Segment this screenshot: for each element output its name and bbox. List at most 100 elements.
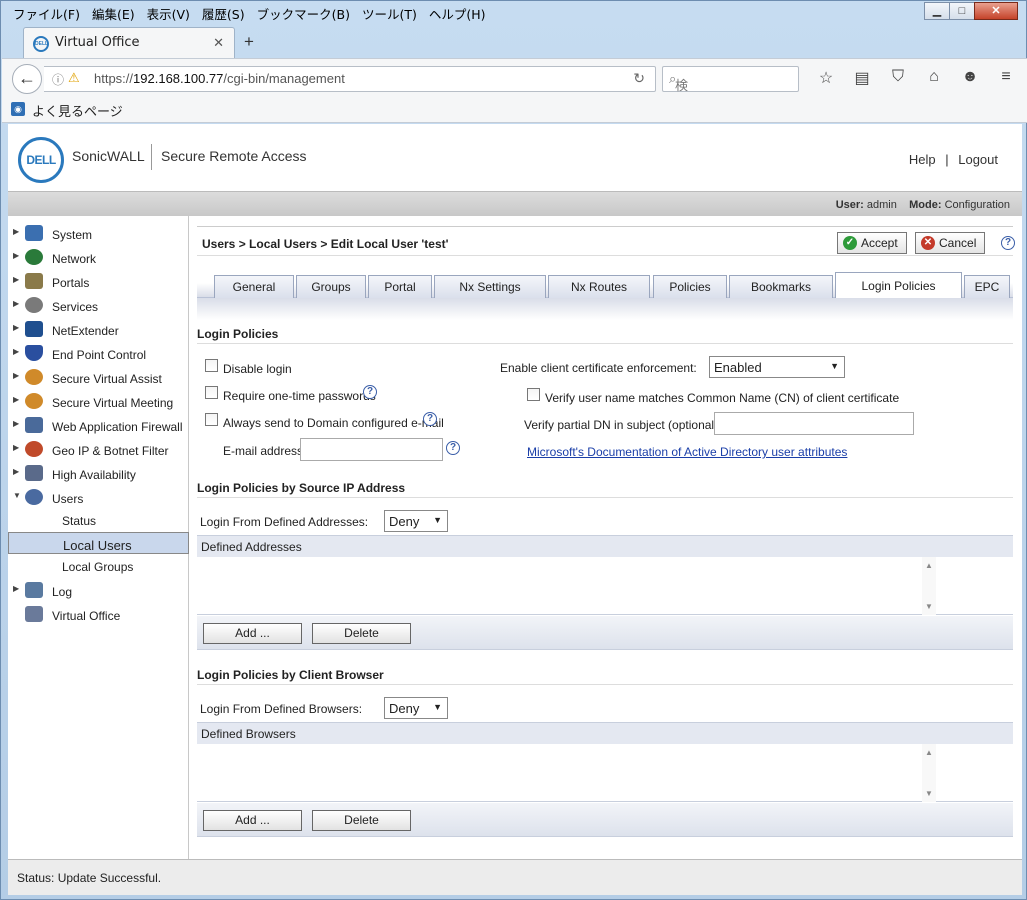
new-tab-icon[interactable]: + bbox=[244, 32, 254, 52]
sidebar-item-network[interactable]: ▶ Network bbox=[8, 247, 189, 269]
sidebar-item-netextender[interactable]: ▶ NetExtender bbox=[8, 319, 189, 341]
sidebar-subitem-local-groups[interactable]: Local Groups bbox=[8, 555, 189, 577]
bookmark-most-visited[interactable]: よく見るページ bbox=[32, 101, 123, 120]
menu-edit[interactable]: 編集(E) bbox=[86, 3, 141, 23]
pocket-icon[interactable]: ⛉ bbox=[880, 68, 916, 88]
help-question-icon[interactable]: ? bbox=[363, 385, 377, 399]
lock-warning-icon[interactable]: ⚠ bbox=[68, 70, 80, 86]
menu-bookmarks[interactable]: ブックマーク(B) bbox=[251, 3, 356, 23]
sidebar-item-system[interactable]: ▶ System bbox=[8, 223, 189, 245]
scroll-down-icon[interactable]: ▼ bbox=[925, 602, 933, 611]
expand-arrow-icon[interactable]: ▶ bbox=[13, 419, 19, 428]
help-link[interactable]: Help bbox=[909, 152, 936, 167]
sidebar-item-web-application-firewall[interactable]: ▶ Web Application Firewall bbox=[8, 415, 189, 437]
expand-arrow-icon[interactable]: ▶ bbox=[13, 371, 19, 380]
back-arrow-icon[interactable]: ← bbox=[12, 64, 42, 94]
add-browser-button[interactable]: Add ... bbox=[203, 810, 302, 831]
sidebar-item-secure-virtual-assist[interactable]: ▶ Secure Virtual Assist bbox=[8, 367, 189, 389]
scroll-down-icon[interactable]: ▼ bbox=[925, 789, 933, 798]
expand-arrow-icon[interactable]: ▶ bbox=[13, 275, 19, 284]
url-text[interactable]: https://192.168.100.77/cgi-bin/managemen… bbox=[94, 71, 345, 86]
expand-arrow-icon[interactable]: ▶ bbox=[13, 227, 19, 236]
help-question-icon[interactable]: ? bbox=[1001, 236, 1015, 250]
expand-arrow-icon[interactable]: ▶ bbox=[13, 467, 19, 476]
menu-tools[interactable]: ツール(T) bbox=[356, 3, 423, 23]
menu-history[interactable]: 履歴(S) bbox=[196, 3, 251, 23]
accept-button[interactable]: ✓ Accept bbox=[837, 232, 907, 254]
header-link-separator: | bbox=[945, 152, 949, 167]
url-bar[interactable]: ⓘ ⚠ https://192.168.100.77/cgi-bin/manag… bbox=[44, 66, 656, 92]
menu-file[interactable]: ファイル(F) bbox=[7, 3, 86, 23]
defined-addresses-list[interactable]: ▲ ▼ bbox=[197, 557, 1013, 615]
tab-groups[interactable]: Groups bbox=[296, 275, 366, 299]
expand-arrow-icon[interactable]: ▶ bbox=[13, 395, 19, 404]
tab-nx-settings[interactable]: Nx Settings bbox=[434, 275, 546, 299]
tab-bookmarks[interactable]: Bookmarks bbox=[729, 275, 833, 299]
search-input[interactable]: ⌕ 検索 bbox=[662, 66, 799, 112]
verify-dn-input[interactable] bbox=[714, 412, 914, 435]
sidebar-item-secure-virtual-meeting[interactable]: ▶ Secure Virtual Meeting bbox=[8, 391, 189, 413]
verify-cn-checkbox[interactable] bbox=[527, 388, 540, 401]
hamburger-menu-icon[interactable]: ≡ bbox=[988, 68, 1024, 88]
expand-arrow-icon[interactable]: ▶ bbox=[13, 347, 19, 356]
login-from-browsers-select[interactable]: Deny ▼ bbox=[384, 697, 448, 719]
menu-view[interactable]: 表示(V) bbox=[141, 3, 196, 23]
defined-addresses-header: Defined Addresses bbox=[197, 535, 1013, 557]
tab-epc[interactable]: EPC bbox=[964, 275, 1010, 299]
login-from-addresses-select[interactable]: Deny ▼ bbox=[384, 510, 448, 532]
scrollbar[interactable]: ▲ ▼ bbox=[922, 557, 936, 615]
delete-browser-button[interactable]: Delete bbox=[312, 810, 411, 831]
sidebar-item-geo-ip-botnet-filter[interactable]: ▶ Geo IP & Botnet Filter bbox=[8, 439, 189, 461]
sidebar-item-services[interactable]: ▶ Services bbox=[8, 295, 189, 317]
tab-nx-routes[interactable]: Nx Routes bbox=[548, 275, 650, 299]
reading-list-icon[interactable]: ▤ bbox=[844, 68, 880, 88]
ms-ad-documentation-link[interactable]: Microsoft's Documentation of Active Dire… bbox=[527, 445, 847, 459]
cancel-button[interactable]: ✕ Cancel bbox=[915, 232, 985, 254]
sidebar-subitem-status[interactable]: Status bbox=[8, 509, 189, 531]
add-address-button[interactable]: Add ... bbox=[203, 623, 302, 644]
logout-link[interactable]: Logout bbox=[958, 152, 998, 167]
always-send-email-checkbox[interactable] bbox=[205, 413, 218, 426]
help-question-icon[interactable]: ? bbox=[423, 412, 437, 426]
expand-arrow-icon[interactable]: ▶ bbox=[13, 584, 19, 593]
sidebar-subitem-local-users[interactable]: Local Users bbox=[8, 532, 189, 554]
cert-enforcement-select[interactable]: Enabled ▼ bbox=[709, 356, 845, 378]
expand-arrow-icon[interactable]: ▶ bbox=[13, 323, 19, 332]
maximize-button[interactable]: □ bbox=[949, 2, 975, 20]
close-tab-icon[interactable]: ✕ bbox=[213, 35, 224, 51]
sidebar-item-virtual-office[interactable]: Virtual Office bbox=[8, 604, 189, 626]
disable-login-checkbox[interactable] bbox=[205, 359, 218, 372]
scroll-up-icon[interactable]: ▲ bbox=[925, 748, 933, 757]
defined-browsers-list[interactable]: ▲ ▼ bbox=[197, 744, 1013, 802]
scrollbar[interactable]: ▲ ▼ bbox=[922, 744, 936, 802]
breadcrumb: Users > Local Users > Edit Local User 't… bbox=[202, 237, 449, 251]
menu-help[interactable]: ヘルプ(H) bbox=[423, 3, 492, 23]
scroll-up-icon[interactable]: ▲ bbox=[925, 561, 933, 570]
sidebar-item-high-availability[interactable]: ▶ High Availability bbox=[8, 463, 189, 485]
sidebar-item-log[interactable]: ▶ Log bbox=[8, 580, 189, 602]
home-icon[interactable]: ⌂ bbox=[916, 68, 952, 88]
require-otp-checkbox[interactable] bbox=[205, 386, 218, 399]
expand-arrow-icon[interactable]: ▶ bbox=[13, 251, 19, 260]
sidebar-item-portals[interactable]: ▶ Portals bbox=[8, 271, 189, 293]
reload-icon[interactable]: ↻ bbox=[633, 70, 645, 87]
sidebar-item-end-point-control[interactable]: ▶ End Point Control bbox=[8, 343, 189, 365]
delete-address-button[interactable]: Delete bbox=[312, 623, 411, 644]
info-icon[interactable]: ⓘ bbox=[52, 71, 64, 88]
email-address-input[interactable] bbox=[300, 438, 443, 461]
help-question-icon[interactable]: ? bbox=[446, 441, 460, 455]
tab-policies[interactable]: Policies bbox=[653, 275, 727, 299]
close-window-button[interactable]: ✕ bbox=[974, 2, 1018, 20]
account-icon[interactable]: ☻ bbox=[952, 68, 988, 88]
tab-login-policies[interactable]: Login Policies bbox=[835, 272, 962, 299]
expand-arrow-icon[interactable]: ▶ bbox=[13, 299, 19, 308]
bookmark-star-icon[interactable]: ☆ bbox=[808, 68, 844, 88]
browser-tab[interactable]: DELL Virtual Office ✕ bbox=[23, 27, 235, 59]
collapse-arrow-icon[interactable]: ▼ bbox=[13, 491, 21, 500]
tab-portal[interactable]: Portal bbox=[368, 275, 432, 299]
expand-arrow-icon[interactable]: ▶ bbox=[13, 443, 19, 452]
tab-general[interactable]: General bbox=[214, 275, 294, 299]
minimize-button[interactable]: ▁ bbox=[924, 2, 950, 20]
browser-window: ファイル(F) 編集(E) 表示(V) 履歴(S) ブックマーク(B) ツール(… bbox=[0, 0, 1027, 900]
sidebar-item-users[interactable]: ▼ Users bbox=[8, 487, 189, 509]
